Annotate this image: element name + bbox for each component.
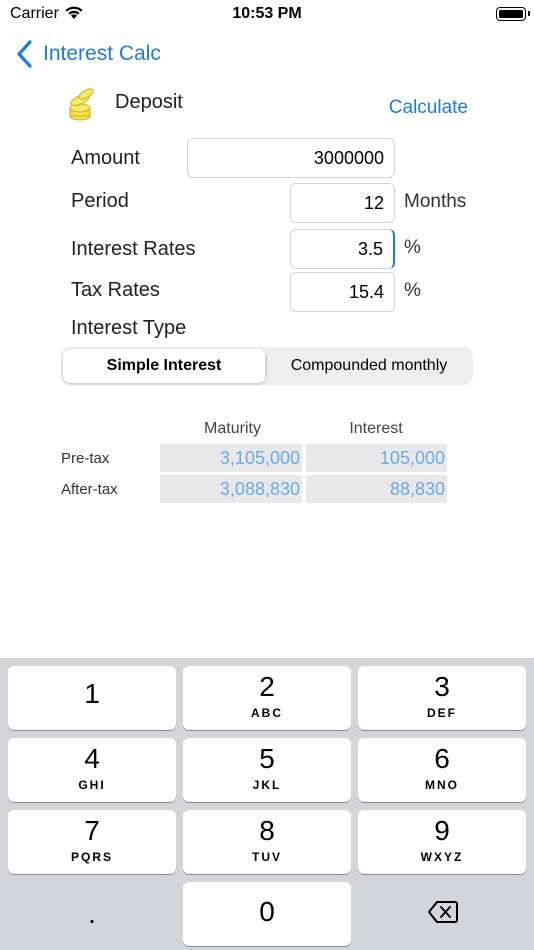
key-6[interactable]: 6 MNO (358, 738, 526, 802)
delete-icon (428, 901, 458, 923)
status-bar: Carrier 10:53 PM (0, 0, 534, 30)
clock: 10:53 PM (232, 5, 302, 22)
segment-simple-interest[interactable]: Simple Interest (63, 349, 265, 383)
back-label: Interest Calc (43, 42, 161, 65)
period-unit: Months (404, 191, 467, 212)
tax-rate-label: Tax Rates (71, 279, 160, 301)
key-1[interactable]: 1 (8, 666, 176, 730)
amount-label: Amount (71, 147, 140, 169)
back-button[interactable]: Interest Calc (14, 38, 161, 70)
amount-field[interactable]: 3000000 (187, 138, 395, 178)
interest-column-header: Interest (349, 420, 403, 437)
after-tax-label: After-tax (61, 481, 118, 498)
interest-rate-label: Interest Rates (71, 238, 196, 260)
decimal-key[interactable]: . (8, 882, 176, 946)
key-0[interactable]: 0 (183, 882, 351, 946)
page-title: Deposit (115, 91, 183, 113)
after-tax-maturity-value: 3,088,830 (160, 475, 302, 503)
key-3[interactable]: 3 DEF (358, 666, 526, 730)
key-2[interactable]: 2 ABC (183, 666, 351, 730)
interest-rate-unit: % (404, 237, 421, 258)
period-field[interactable]: 12 (290, 183, 395, 223)
key-5[interactable]: 5 JKL (183, 738, 351, 802)
battery-icon (496, 7, 530, 21)
coins-icon (69, 88, 94, 121)
chevron-left-icon (17, 40, 32, 68)
period-label: Period (71, 190, 129, 212)
pre-tax-label: Pre-tax (61, 450, 110, 467)
numeric-keyboard: 1 2 ABC 3 DEF 4 GHI 5 JKL 6 MNO 7 PQRS 8… (0, 658, 534, 950)
tax-rate-field[interactable]: 15.4 (290, 272, 395, 312)
key-7[interactable]: 7 PQRS (8, 810, 176, 874)
key-4[interactable]: 4 GHI (8, 738, 176, 802)
key-9[interactable]: 9 WXYZ (358, 810, 526, 874)
pre-tax-maturity-value: 3,105,000 (160, 444, 302, 472)
tax-rate-unit: % (404, 280, 421, 301)
interest-rate-field[interactable]: 3.5 (290, 229, 395, 269)
interest-type-segmented-control: Simple Interest Compounded monthly (61, 347, 473, 385)
delete-key[interactable] (358, 882, 526, 946)
maturity-column-header: Maturity (204, 420, 261, 437)
interest-type-label: Interest Type (71, 317, 187, 339)
segment-compounded-monthly[interactable]: Compounded monthly (267, 349, 471, 383)
after-tax-interest-value: 88,830 (306, 475, 447, 503)
pre-tax-interest-value: 105,000 (306, 444, 447, 472)
key-8[interactable]: 8 TUV (183, 810, 351, 874)
calculate-button[interactable]: Calculate (389, 97, 468, 119)
